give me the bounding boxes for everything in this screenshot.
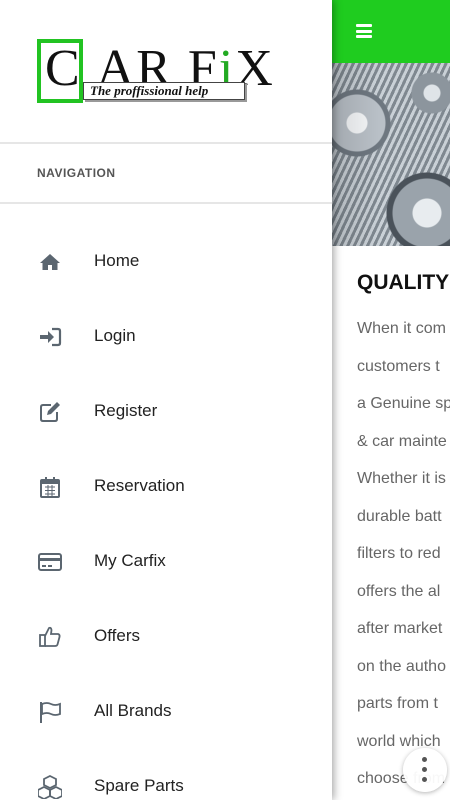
more-vert-icon (422, 757, 427, 762)
navigation-drawer: C AR FiX The proffissional help NAVIGATI… (0, 0, 332, 800)
nav-item-offers[interactable]: Offers (0, 598, 332, 673)
nav-item-label: Reservation (94, 476, 185, 495)
nav-item-label: Offers (94, 626, 140, 645)
nav-item-label: Register (94, 401, 158, 420)
paragraph-line: filters to red (357, 545, 441, 562)
nav-item-label: All Brands (94, 701, 172, 720)
logo-tagline: The proffissional help (83, 82, 245, 100)
more-vert-icon-dot (422, 777, 427, 782)
nav-item-label: Login (94, 326, 136, 345)
paragraph-line: offers the al (357, 582, 441, 600)
nav-item-login[interactable]: Login (0, 298, 332, 373)
page-heading: QUALITY (357, 271, 450, 294)
nav-item-spare-parts[interactable]: Spare Parts (0, 748, 332, 800)
nav-item-my-carfix[interactable]: My Carfix (0, 523, 332, 598)
nav-item-label: Home (94, 251, 140, 270)
paragraph-line: & car mainte (357, 432, 447, 450)
nav-item-label: Spare Parts (94, 776, 184, 795)
paragraph-line: When it com (357, 320, 446, 337)
paragraph-line: durable batt (357, 507, 442, 525)
paragraph-line: parts from t (357, 695, 438, 712)
paragraph-line: customers t (357, 357, 440, 375)
paragraph-line: a Genuine sp (357, 395, 450, 412)
paragraph-line: after market (357, 620, 443, 637)
calendar-icon (40, 477, 60, 498)
cubes-icon (38, 775, 62, 799)
nav-section-title: NAVIGATION (37, 166, 116, 180)
nav-item-register[interactable]: Register (0, 373, 332, 448)
more-vert-icon-dot (422, 767, 427, 772)
thumbs-up-icon (39, 626, 61, 647)
edit-icon (40, 402, 60, 422)
page-paragraph: When it com customers t a Genuine sp & c… (357, 318, 450, 800)
credit-card-icon (38, 553, 62, 571)
sign-in-icon (40, 327, 62, 347)
home-icon (40, 254, 60, 270)
nav-menu: Home Login Register Reservation My Carfi… (0, 223, 332, 800)
more-options-button[interactable] (403, 748, 447, 792)
paragraph-line: on the autho (357, 657, 446, 675)
carfix-logo: C AR FiX The proffissional help (37, 39, 273, 103)
flag-icon (40, 702, 61, 723)
nav-item-label: My Carfix (94, 551, 166, 570)
main-page: QUALITY When it com customers t a Genuin… (332, 0, 450, 800)
divider (0, 142, 332, 144)
nav-item-home[interactable]: Home (0, 223, 332, 298)
nav-item-reservation[interactable]: Reservation (0, 448, 332, 523)
divider (0, 202, 332, 204)
paragraph-line: Whether it is (357, 470, 446, 487)
nav-item-all-brands[interactable]: All Brands (0, 673, 332, 748)
hero-image (332, 63, 450, 246)
menu-toggle-icon[interactable] (356, 24, 372, 38)
app-bar (332, 0, 450, 63)
